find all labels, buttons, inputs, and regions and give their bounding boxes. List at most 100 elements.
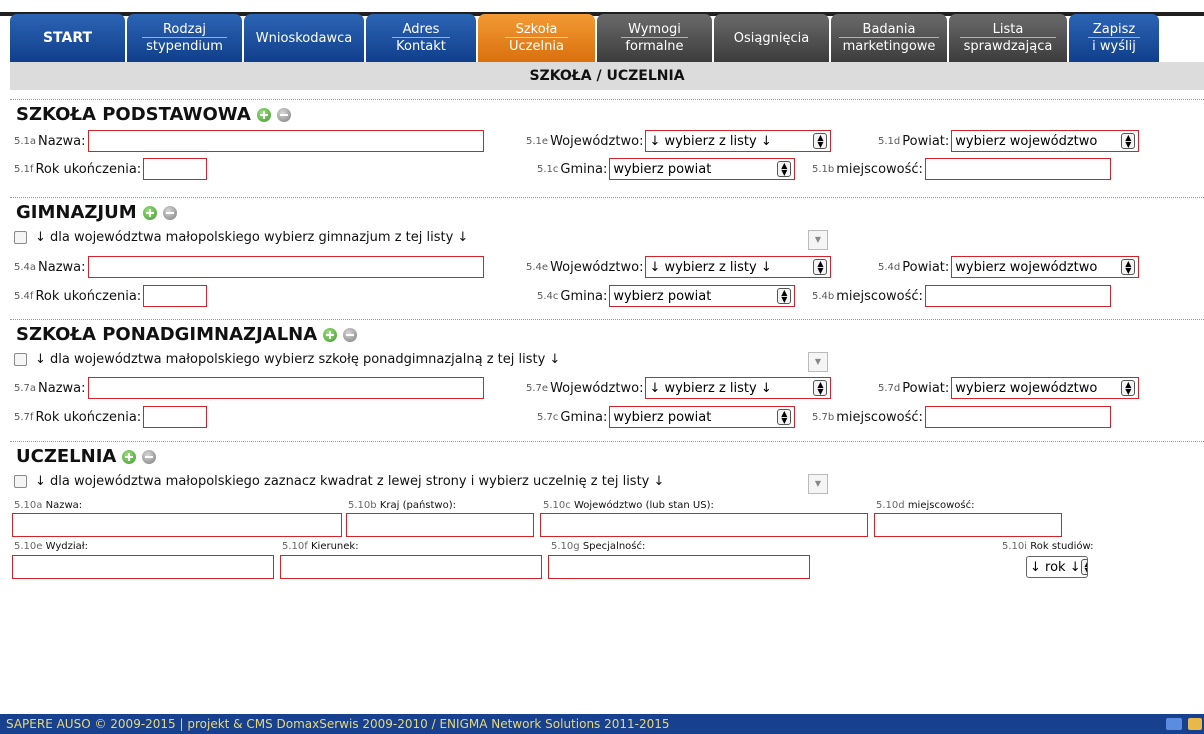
field-code: 5.7a: [14, 382, 37, 394]
field-code: 5.7f: [14, 411, 34, 423]
ucz-nazwa-input[interactable]: [12, 513, 342, 537]
gim-rok-input[interactable]: [143, 285, 208, 307]
wojewodztwo-label: 5.10c Województwo (lub stan US):: [543, 500, 714, 511]
wydzial-label: 5.10e Wydział:: [14, 541, 88, 552]
tab-start[interactable]: START: [10, 14, 125, 62]
powiat-row: 5.7d Powiat: wybierz województwo ▲ ▼: [878, 377, 1140, 399]
tab-szkola-uczelnia[interactable]: Szkoła Uczelnia: [478, 14, 595, 62]
gim-gmina-select[interactable]: wybierz powiat ▲ ▼: [609, 285, 796, 307]
malopolska-checkbox[interactable]: [14, 475, 27, 488]
tab-adres-kontakt[interactable]: Adres Kontakt: [366, 14, 476, 62]
field-label: Gmina:: [560, 409, 608, 425]
sp-rok-input[interactable]: [143, 158, 208, 180]
field-code: 5.4d: [878, 261, 901, 273]
chevron-down-icon: ▲▼: [813, 259, 828, 275]
ucz-kraj-input[interactable]: [346, 513, 534, 537]
malopolska-checkbox[interactable]: [14, 231, 27, 244]
sp-powiat-select[interactable]: wybierz województwo ▲ ▼: [951, 130, 1140, 152]
malopolska-checkbox[interactable]: [14, 353, 27, 366]
ucz-wojewodztwo-input[interactable]: [540, 513, 868, 537]
tab-strip: START Rodzaj stypendium Wnioskodawca Adre…: [10, 14, 1161, 62]
minus-circle-icon[interactable]: [343, 327, 358, 342]
gim-powiat-select[interactable]: wybierz województwo ▲ ▼: [951, 256, 1140, 278]
field-code: 5.1a: [14, 135, 37, 147]
wojewodztwo-row: 5.1e Województwo: ↓ wybierz z listy ↓ ▲ ▼: [526, 130, 832, 152]
tab-label: Lista: [992, 22, 1024, 37]
field-code: 5.1f: [14, 163, 34, 175]
field-label: Specjalność:: [582, 541, 646, 552]
tab-wymogi-formalne[interactable]: Wymogi formalne: [597, 14, 712, 62]
tab-wnioskodawca[interactable]: Wnioskodawca: [244, 14, 364, 62]
chevron-down-icon: ▲▼: [1121, 133, 1136, 149]
pon-miejscowosc-input[interactable]: [924, 406, 1111, 428]
pon-wojewodztwo-select[interactable]: ↓ wybierz z listy ↓ ▲ ▼: [645, 377, 832, 399]
section-gimnazjum: GIMNAZJUM ↓ dla województwa małopolskieg…: [10, 197, 1204, 319]
field-code: 5.10a: [14, 500, 43, 511]
field-code: 5.10e: [14, 541, 43, 552]
field-code: 5.4b: [812, 290, 835, 302]
hint-text: ↓ dla województwa małopolskiego wybierz …: [35, 352, 561, 367]
ucz-specjalnosc-input[interactable]: [548, 555, 810, 579]
ucz-wydzial-input[interactable]: [12, 555, 274, 579]
kierunek-label: 5.10f Kierunek:: [282, 541, 359, 552]
sp-gmina-select[interactable]: wybierz powiat ▲ ▼: [609, 158, 796, 180]
minus-circle-icon[interactable]: [276, 107, 291, 122]
footer: SAPERE AUSO © 2009-2015 | projekt & CMS …: [0, 714, 1204, 734]
field-code: 5.10b: [348, 500, 377, 511]
field-label: miejscowość:: [907, 500, 975, 511]
school-list-dropdown[interactable]: ▼: [808, 230, 828, 250]
field-label: Gmina:: [560, 288, 608, 304]
section-title: SZKOŁA PONADGIMNAZJALNA: [16, 324, 318, 345]
powiat-row: 5.1d Powiat: wybierz województwo ▲ ▼: [878, 130, 1140, 152]
tab-lista-sprawdzajaca[interactable]: Lista sprawdzająca: [949, 14, 1067, 62]
gim-wojewodztwo-select[interactable]: ↓ wybierz z listy ↓ ▲ ▼: [645, 256, 832, 278]
gim-miejscowosc-input[interactable]: [924, 285, 1111, 307]
pon-powiat-select[interactable]: wybierz województwo ▲ ▼: [951, 377, 1140, 399]
css-badge-icon[interactable]: [1188, 718, 1202, 730]
sp-nazwa-input[interactable]: [87, 130, 484, 152]
school-list-dropdown[interactable]: ▼: [808, 352, 828, 372]
plus-circle-icon[interactable]: [323, 327, 338, 342]
plus-circle-icon[interactable]: [256, 107, 271, 122]
tab-label-line2: formalne: [621, 37, 688, 54]
tab-label: Wnioskodawca: [255, 30, 353, 46]
university-list-dropdown[interactable]: ▼: [808, 474, 828, 494]
nazwa-row: 5.4a Nazwa:: [14, 256, 484, 278]
nazwa-label: 5.10a Nazwa:: [14, 500, 82, 511]
plus-circle-icon[interactable]: [142, 205, 157, 220]
nazwa-row: 5.7a Nazwa:: [14, 377, 484, 399]
footer-copyright: SAPERE AUSO © 2009-2015 | projekt & CMS …: [6, 717, 670, 731]
field-label: Rok ukończenia:: [35, 161, 142, 177]
tab-osiagniecia[interactable]: Osiągnięcia: [714, 14, 829, 62]
wojewodztwo-row: 5.7e Województwo: ↓ wybierz z listy ↓ ▲ ▼: [526, 377, 832, 399]
tab-label: Badania: [862, 22, 916, 37]
ucz-miejscowosc-input[interactable]: [874, 513, 1062, 537]
tab-label: Rodzaj: [162, 22, 207, 37]
gim-nazwa-input[interactable]: [87, 256, 484, 278]
ucz-kierunek-input[interactable]: [280, 555, 542, 579]
tab-badania-marketingowe[interactable]: Badania marketingowe: [831, 14, 947, 62]
pon-rok-input[interactable]: [143, 406, 208, 428]
field-label: Powiat:: [902, 380, 950, 396]
hint-row: ↓ dla województwa małopolskiego wybierz …: [14, 230, 470, 245]
minus-circle-icon[interactable]: [162, 205, 177, 220]
select-value: wybierz województwo: [955, 133, 1098, 149]
sp-miejscowosc-input[interactable]: [924, 158, 1111, 180]
plus-circle-icon[interactable]: [122, 449, 137, 464]
kraj-label: 5.10b Kraj (państwo):: [348, 500, 456, 511]
tab-rodzaj-stypendium[interactable]: Rodzaj stypendium: [127, 14, 242, 62]
minus-circle-icon[interactable]: [142, 449, 157, 464]
pon-gmina-select[interactable]: wybierz powiat ▲ ▼: [609, 406, 796, 428]
pon-nazwa-input[interactable]: [87, 377, 484, 399]
tab-label-line2: sprawdzająca: [959, 37, 1057, 54]
field-label: Województwo:: [550, 380, 644, 396]
section-szkola-ponadgimnazjalna: SZKOŁA PONADGIMNAZJALNA ↓ dla województw…: [10, 319, 1204, 441]
sp-wojewodztwo-select[interactable]: ↓ wybierz z listy ↓ ▲ ▼: [645, 130, 832, 152]
field-label: Powiat:: [902, 133, 950, 149]
field-label: Powiat:: [902, 259, 950, 275]
html-badge-icon[interactable]: [1166, 718, 1182, 730]
field-label: miejscowość:: [836, 161, 923, 177]
tab-zapisz-wyslij[interactable]: Zapisz i wyślij: [1069, 14, 1159, 62]
select-value: ↓ wybierz z listy ↓: [649, 380, 772, 396]
ucz-rok-studiow-select[interactable]: ↓ rok ↓▲▼: [1026, 556, 1088, 578]
